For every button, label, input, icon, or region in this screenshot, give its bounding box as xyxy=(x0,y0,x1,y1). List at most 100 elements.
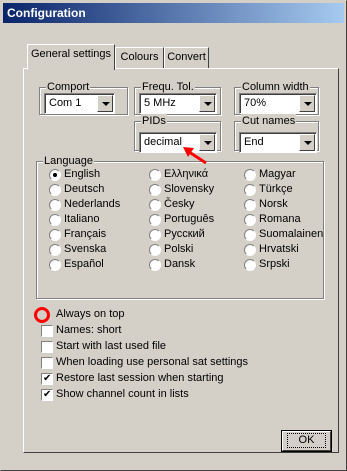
chevron-down-icon[interactable] xyxy=(199,95,215,112)
option-personal-sat-settings[interactable]: When loading use personal sat settings xyxy=(41,356,248,370)
option-start-last-file[interactable]: Start with last used file xyxy=(41,340,166,354)
language-radio-slovensky[interactable]: Slovensky xyxy=(149,183,214,197)
chevron-down-icon[interactable] xyxy=(299,134,315,151)
radio-button[interactable] xyxy=(49,184,61,196)
language-radio-polski[interactable]: Polski xyxy=(149,243,193,257)
option-restore-last-session[interactable]: Restore last session when starting xyxy=(41,372,224,386)
language-radio-norsk[interactable]: Norsk xyxy=(244,198,288,212)
frequ-tol-select[interactable]: 5 MHz xyxy=(139,93,217,114)
radio-button[interactable] xyxy=(244,169,256,181)
radio-button[interactable] xyxy=(49,199,61,211)
language-radio-portugues[interactable]: Português xyxy=(149,213,214,227)
radio-button[interactable] xyxy=(49,259,61,271)
checkbox[interactable] xyxy=(41,325,53,337)
language-radio-hrvatski[interactable]: Hrvatski xyxy=(244,243,299,257)
language-radio-suomalainen[interactable]: Suomalainen xyxy=(244,228,323,242)
language-option-label: Magyar xyxy=(259,168,296,180)
language-option-label: Italiano xyxy=(64,213,100,225)
checkbox[interactable] xyxy=(41,357,53,369)
language-radio-magyar[interactable]: Magyar xyxy=(244,168,296,182)
option-names-short[interactable]: Names: short xyxy=(41,324,121,338)
option-label: Show channel count in lists xyxy=(56,388,189,400)
language-radio-dansk[interactable]: Dansk xyxy=(149,258,195,272)
radio-button[interactable] xyxy=(49,244,61,256)
language-radio-english[interactable]: English xyxy=(49,168,100,182)
language-radio-francais[interactable]: Français xyxy=(49,228,106,242)
option-label: Always on top xyxy=(56,308,125,320)
language-radio-cesky[interactable]: Česky xyxy=(149,198,195,212)
language-radio-espanol[interactable]: Español xyxy=(49,258,104,272)
language-option-label: English xyxy=(64,168,101,180)
language-radio-nederlands[interactable]: Nederlands xyxy=(49,198,120,212)
option-always-on-top[interactable]: Always on top xyxy=(41,308,124,322)
language-radio-italiano[interactable]: Italiano xyxy=(49,213,99,227)
radio-button[interactable] xyxy=(149,259,161,271)
language-option-label: Nederlands xyxy=(64,198,121,210)
window-title: Configuration xyxy=(3,3,344,23)
radio-button[interactable] xyxy=(149,244,161,256)
tab-general-settings[interactable]: General settings xyxy=(27,44,115,70)
language-radio-greek[interactable]: Ελληνικά xyxy=(149,168,208,182)
radio-button[interactable] xyxy=(49,229,61,241)
language-option-label: Español xyxy=(64,258,104,270)
tab-convert[interactable]: Convert xyxy=(164,47,209,69)
radio-button[interactable] xyxy=(244,199,256,211)
ok-button[interactable]: OK xyxy=(281,430,332,452)
tab-colours[interactable]: Colours xyxy=(115,47,164,69)
annotation-circle xyxy=(34,307,50,323)
language-option-label: Polski xyxy=(164,243,194,255)
language-option-label: Slovensky xyxy=(164,183,215,195)
annotation-arrow-icon xyxy=(183,147,207,165)
radio-button[interactable] xyxy=(149,169,161,181)
comport-label: Comport xyxy=(46,80,91,94)
checkbox[interactable] xyxy=(41,341,53,353)
language-option-label: Česky xyxy=(164,198,195,210)
checkbox[interactable] xyxy=(41,388,53,401)
pids-label: PIDs xyxy=(141,114,167,128)
radio-button[interactable] xyxy=(49,214,61,226)
comport-select[interactable]: Com 1 xyxy=(44,93,115,114)
language-option-label: Deutsch xyxy=(64,183,105,195)
pids-value: decimal xyxy=(144,136,182,148)
language-radio-deutsch[interactable]: Deutsch xyxy=(49,183,104,197)
language-option-label: Romana xyxy=(259,213,301,225)
language-option-label: Srpski xyxy=(259,258,290,270)
column-width-label: Column width xyxy=(241,80,310,94)
language-radio-turkce[interactable]: Türkçe xyxy=(244,183,293,197)
option-show-channel-count[interactable]: Show channel count in lists xyxy=(41,388,189,402)
radio-button[interactable] xyxy=(149,229,161,241)
checkbox[interactable] xyxy=(41,372,53,385)
language-option-label: Norsk xyxy=(259,198,288,210)
radio-button[interactable] xyxy=(149,184,161,196)
cut-names-value: End xyxy=(244,136,264,148)
column-width-select[interactable]: 70% xyxy=(239,93,317,114)
language-option-label: Français xyxy=(64,228,107,240)
radio-button[interactable] xyxy=(244,229,256,241)
radio-button[interactable] xyxy=(149,214,161,226)
language-radio-romana[interactable]: Romana xyxy=(244,213,301,227)
language-option-label: Suomalainen xyxy=(259,228,324,240)
language-option-label: Português xyxy=(164,213,215,225)
radio-button[interactable] xyxy=(149,199,161,211)
radio-button[interactable] xyxy=(244,214,256,226)
frequ-tol-value: 5 MHz xyxy=(144,97,176,109)
language-option-label: Dansk xyxy=(164,258,196,270)
configuration-window: Configuration General settings Colours C… xyxy=(0,0,347,471)
language-option-label: Svenska xyxy=(64,243,107,255)
chevron-down-icon[interactable] xyxy=(97,95,113,112)
option-label: Names: short xyxy=(56,324,122,336)
cut-names-select[interactable]: End xyxy=(239,132,317,153)
language-radio-russian[interactable]: Русский xyxy=(149,228,205,242)
language-option-label: Русский xyxy=(164,228,205,240)
radio-button[interactable] xyxy=(244,244,256,256)
frequ-tol-label: Frequ. Tol. xyxy=(141,80,195,94)
option-label: Start with last used file xyxy=(56,340,167,352)
language-option-label: Türkçe xyxy=(259,183,293,195)
radio-button[interactable] xyxy=(49,169,61,181)
radio-button[interactable] xyxy=(244,259,256,271)
option-label: Restore last session when starting xyxy=(56,372,224,384)
language-radio-svenska[interactable]: Svenska xyxy=(49,243,106,257)
radio-button[interactable] xyxy=(244,184,256,196)
language-radio-srpski[interactable]: Srpski xyxy=(244,258,290,272)
chevron-down-icon[interactable] xyxy=(299,95,315,112)
